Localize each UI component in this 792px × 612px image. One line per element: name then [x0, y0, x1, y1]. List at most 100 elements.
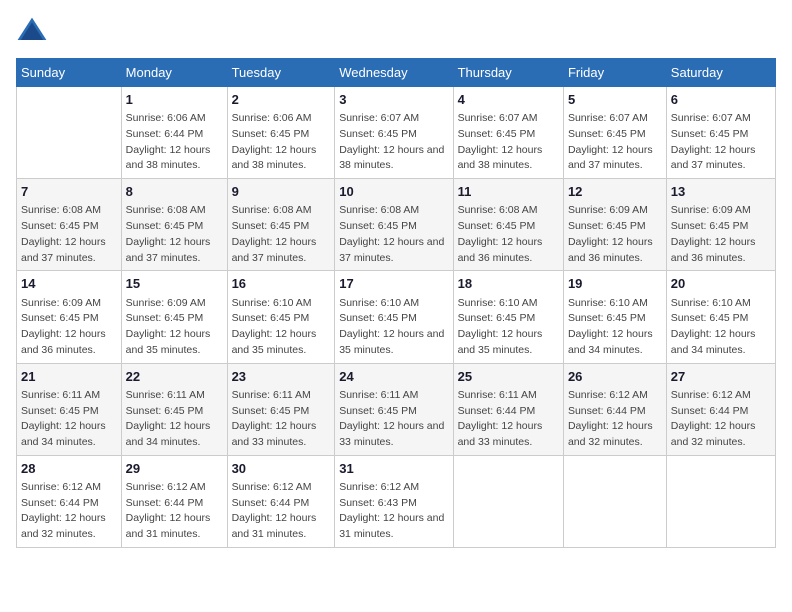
- calendar-cell: 10 Sunrise: 6:08 AMSunset: 6:45 PMDayligh…: [335, 179, 453, 271]
- calendar-cell: [17, 87, 122, 179]
- calendar-week-row: 14 Sunrise: 6:09 AMSunset: 6:45 PMDayligh…: [17, 271, 776, 363]
- calendar-cell: 1 Sunrise: 6:06 AMSunset: 6:44 PMDaylight…: [121, 87, 227, 179]
- calendar-cell: 12Sunrise: 6:09 AMSunset: 6:45 PMDayligh…: [563, 179, 666, 271]
- calendar-cell: 3 Sunrise: 6:07 AMSunset: 6:45 PMDaylight…: [335, 87, 453, 179]
- logo-icon: [16, 16, 48, 48]
- day-number: 14: [21, 275, 117, 293]
- day-info: Sunrise: 6:12 AMSunset: 6:44 PMDaylight:…: [671, 388, 771, 451]
- day-number: 27: [671, 368, 771, 386]
- day-number: 19: [568, 275, 662, 293]
- day-info: Sunrise: 6:07 AMSunset: 6:45 PMDaylight:…: [339, 111, 448, 174]
- day-info: Sunrise: 6:08 AMSunset: 6:45 PMDaylight:…: [21, 203, 117, 266]
- calendar-cell: 7 Sunrise: 6:08 AMSunset: 6:45 PMDaylight…: [17, 179, 122, 271]
- day-info: Sunrise: 6:06 AMSunset: 6:45 PMDaylight:…: [232, 111, 331, 174]
- header-day-thursday: Thursday: [453, 59, 563, 87]
- calendar-cell: 2 Sunrise: 6:06 AMSunset: 6:45 PMDaylight…: [227, 87, 335, 179]
- calendar-week-row: 1 Sunrise: 6:06 AMSunset: 6:44 PMDaylight…: [17, 87, 776, 179]
- day-info: Sunrise: 6:12 AMSunset: 6:44 PMDaylight:…: [568, 388, 662, 451]
- day-number: 6: [671, 91, 771, 109]
- day-number: 17: [339, 275, 448, 293]
- day-number: 16: [232, 275, 331, 293]
- day-info: Sunrise: 6:10 AMSunset: 6:45 PMDaylight:…: [671, 296, 771, 359]
- day-number: 4: [458, 91, 559, 109]
- logo: [16, 16, 52, 48]
- day-info: Sunrise: 6:11 AMSunset: 6:45 PMDaylight:…: [126, 388, 223, 451]
- calendar-cell: 8 Sunrise: 6:08 AMSunset: 6:45 PMDaylight…: [121, 179, 227, 271]
- day-info: Sunrise: 6:09 AMSunset: 6:45 PMDaylight:…: [21, 296, 117, 359]
- day-info: Sunrise: 6:10 AMSunset: 6:45 PMDaylight:…: [232, 296, 331, 359]
- day-info: Sunrise: 6:12 AMSunset: 6:44 PMDaylight:…: [232, 480, 331, 543]
- calendar-cell: [666, 455, 775, 547]
- day-number: 2: [232, 91, 331, 109]
- day-number: 1: [126, 91, 223, 109]
- day-number: 10: [339, 183, 448, 201]
- day-number: 22: [126, 368, 223, 386]
- calendar-cell: 30 Sunrise: 6:12 AMSunset: 6:44 PMDayligh…: [227, 455, 335, 547]
- header-day-monday: Monday: [121, 59, 227, 87]
- calendar-cell: 4 Sunrise: 6:07 AMSunset: 6:45 PMDaylight…: [453, 87, 563, 179]
- calendar-cell: 25 Sunrise: 6:11 AMSunset: 6:44 PMDayligh…: [453, 363, 563, 455]
- day-number: 13: [671, 183, 771, 201]
- calendar-cell: 24Sunrise: 6:11 AMSunset: 6:45 PMDayligh…: [335, 363, 453, 455]
- calendar-week-row: 28 Sunrise: 6:12 AMSunset: 6:44 PMDayligh…: [17, 455, 776, 547]
- day-info: Sunrise: 6:11 AMSunset: 6:45 PMDaylight:…: [21, 388, 117, 451]
- day-number: 5: [568, 91, 662, 109]
- day-info: Sunrise: 6:11 AMSunset: 6:45 PMDaylight:…: [339, 388, 448, 451]
- day-number: 8: [126, 183, 223, 201]
- day-info: Sunrise: 6:09 AMSunset: 6:45 PMDaylight:…: [568, 203, 662, 266]
- header-day-tuesday: Tuesday: [227, 59, 335, 87]
- calendar-cell: [563, 455, 666, 547]
- day-number: 31: [339, 460, 448, 478]
- day-info: Sunrise: 6:10 AMSunset: 6:45 PMDaylight:…: [339, 296, 448, 359]
- day-info: Sunrise: 6:07 AMSunset: 6:45 PMDaylight:…: [568, 111, 662, 174]
- day-number: 18: [458, 275, 559, 293]
- calendar-cell: 22 Sunrise: 6:11 AMSunset: 6:45 PMDayligh…: [121, 363, 227, 455]
- day-number: 9: [232, 183, 331, 201]
- calendar-week-row: 7 Sunrise: 6:08 AMSunset: 6:45 PMDaylight…: [17, 179, 776, 271]
- calendar-cell: 20 Sunrise: 6:10 AMSunset: 6:45 PMDayligh…: [666, 271, 775, 363]
- calendar-cell: 29Sunrise: 6:12 AMSunset: 6:44 PMDayligh…: [121, 455, 227, 547]
- day-info: Sunrise: 6:09 AMSunset: 6:45 PMDaylight:…: [671, 203, 771, 266]
- day-info: Sunrise: 6:08 AMSunset: 6:45 PMDaylight:…: [339, 203, 448, 266]
- calendar-cell: 11Sunrise: 6:08 AMSunset: 6:45 PMDayligh…: [453, 179, 563, 271]
- day-info: Sunrise: 6:11 AMSunset: 6:45 PMDaylight:…: [232, 388, 331, 451]
- day-info: Sunrise: 6:06 AMSunset: 6:44 PMDaylight:…: [126, 111, 223, 174]
- day-number: 21: [21, 368, 117, 386]
- calendar-cell: 14 Sunrise: 6:09 AMSunset: 6:45 PMDayligh…: [17, 271, 122, 363]
- day-info: Sunrise: 6:10 AMSunset: 6:45 PMDaylight:…: [458, 296, 559, 359]
- calendar-cell: 9Sunrise: 6:08 AMSunset: 6:45 PMDaylight…: [227, 179, 335, 271]
- day-info: Sunrise: 6:08 AMSunset: 6:45 PMDaylight:…: [126, 203, 223, 266]
- day-info: Sunrise: 6:11 AMSunset: 6:44 PMDaylight:…: [458, 388, 559, 451]
- day-number: 20: [671, 275, 771, 293]
- calendar-header: SundayMondayTuesdayWednesdayThursdayFrid…: [17, 59, 776, 87]
- day-number: 7: [21, 183, 117, 201]
- calendar-cell: 28Sunrise: 6:12 AMSunset: 6:44 PMDayligh…: [17, 455, 122, 547]
- calendar-cell: 27 Sunrise: 6:12 AMSunset: 6:44 PMDayligh…: [666, 363, 775, 455]
- header: [16, 16, 776, 48]
- calendar-cell: 13 Sunrise: 6:09 AMSunset: 6:45 PMDayligh…: [666, 179, 775, 271]
- calendar-table: SundayMondayTuesdayWednesdayThursdayFrid…: [16, 58, 776, 548]
- day-number: 30: [232, 460, 331, 478]
- header-row: SundayMondayTuesdayWednesdayThursdayFrid…: [17, 59, 776, 87]
- calendar-cell: 17 Sunrise: 6:10 AMSunset: 6:45 PMDayligh…: [335, 271, 453, 363]
- calendar-cell: 18 Sunrise: 6:10 AMSunset: 6:45 PMDayligh…: [453, 271, 563, 363]
- day-info: Sunrise: 6:09 AMSunset: 6:45 PMDaylight:…: [126, 296, 223, 359]
- day-number: 15: [126, 275, 223, 293]
- day-number: 25: [458, 368, 559, 386]
- day-number: 26: [568, 368, 662, 386]
- header-day-wednesday: Wednesday: [335, 59, 453, 87]
- day-info: Sunrise: 6:12 AMSunset: 6:44 PMDaylight:…: [126, 480, 223, 543]
- day-info: Sunrise: 6:07 AMSunset: 6:45 PMDaylight:…: [671, 111, 771, 174]
- calendar-cell: 26 Sunrise: 6:12 AMSunset: 6:44 PMDayligh…: [563, 363, 666, 455]
- day-info: Sunrise: 6:10 AMSunset: 6:45 PMDaylight:…: [568, 296, 662, 359]
- day-info: Sunrise: 6:07 AMSunset: 6:45 PMDaylight:…: [458, 111, 559, 174]
- calendar-cell: 6 Sunrise: 6:07 AMSunset: 6:45 PMDaylight…: [666, 87, 775, 179]
- day-number: 28: [21, 460, 117, 478]
- header-day-sunday: Sunday: [17, 59, 122, 87]
- day-number: 3: [339, 91, 448, 109]
- calendar-cell: 19 Sunrise: 6:10 AMSunset: 6:45 PMDayligh…: [563, 271, 666, 363]
- header-day-friday: Friday: [563, 59, 666, 87]
- calendar-cell: 5 Sunrise: 6:07 AMSunset: 6:45 PMDaylight…: [563, 87, 666, 179]
- calendar-cell: 21 Sunrise: 6:11 AMSunset: 6:45 PMDayligh…: [17, 363, 122, 455]
- day-info: Sunrise: 6:12 AMSunset: 6:43 PMDaylight:…: [339, 480, 448, 543]
